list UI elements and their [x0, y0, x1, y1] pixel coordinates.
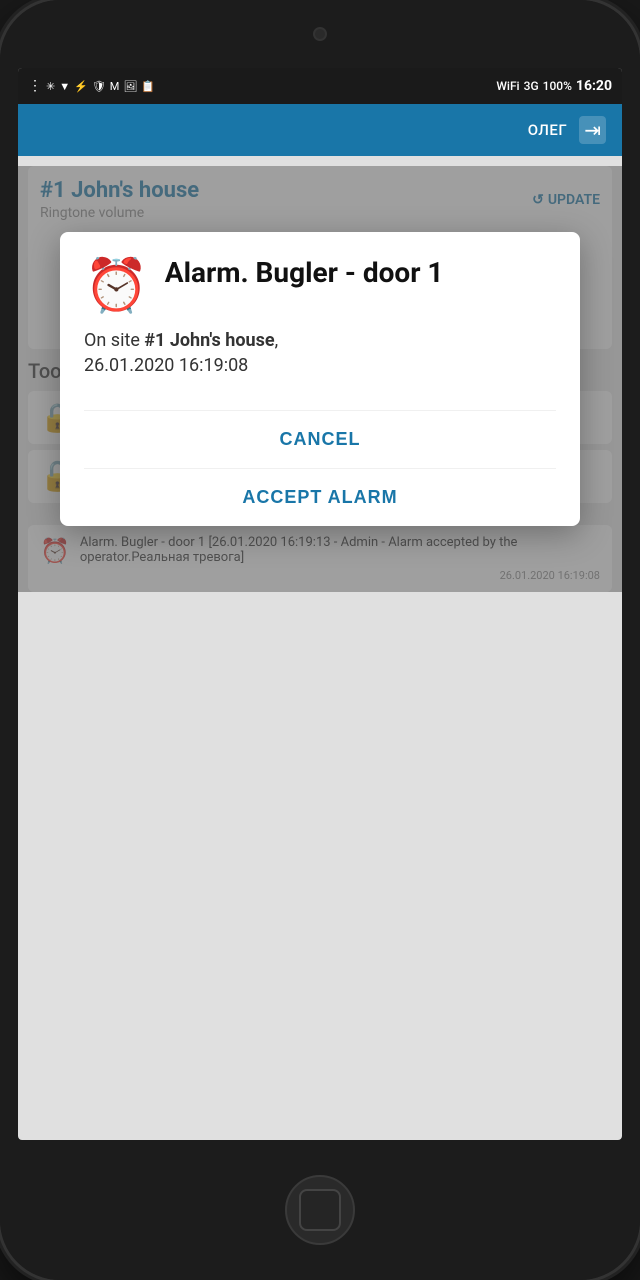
phone-frame: ⋮ ✳ ▼ ⚡ 🛡 M 🖼 📋 WiFi 3G 100% 16:20 ОЛЕГ …: [0, 0, 640, 1280]
dialog-datetime: 26.01.2020 16:19:08: [84, 355, 248, 376]
camera: [313, 27, 327, 41]
accept-alarm-button[interactable]: ACCEPT ALARM: [84, 469, 556, 526]
main-content: #1 John's house Ringtone volume ↺ UPDATE…: [18, 166, 622, 592]
time-label: 16:20: [576, 78, 612, 94]
home-button[interactable]: [285, 1175, 355, 1245]
dialog-body: On site #1 John's house, 26.01.2020 16:1…: [84, 328, 556, 378]
overlay: ⏰ Alarm. Bugler - door 1 On site #1 John…: [18, 166, 622, 592]
status-right: WiFi 3G 100% 16:20: [496, 78, 612, 94]
photos-icon: 🖼: [123, 80, 137, 93]
dialog-site-bold: #1 John's house: [144, 330, 274, 351]
dialog-header: ⏰ Alarm. Bugler - door 1: [84, 256, 556, 312]
dialog-body-suffix: ,: [275, 330, 279, 351]
vpn-icon: ▼: [59, 80, 70, 93]
signal-label: 3G: [524, 79, 539, 93]
dialog-alarm-icon: ⏰: [84, 260, 149, 312]
usb-icon: ⚡: [74, 80, 88, 93]
dialog-title: Alarm. Bugler - door 1: [165, 256, 444, 290]
wifi-icon: WiFi: [496, 79, 519, 93]
logout-icon[interactable]: ⇥: [579, 116, 606, 144]
phone-screen: ⋮ ✳ ▼ ⚡ 🛡 M 🖼 📋 WiFi 3G 100% 16:20 ОЛЕГ …: [18, 68, 622, 1140]
shield-icon: 🛡: [92, 80, 106, 93]
bottom-bezel: [0, 1140, 640, 1280]
dots-icon: ⋮: [28, 78, 42, 94]
gmail-icon: M: [110, 80, 120, 93]
top-bezel: [0, 0, 640, 68]
clipboard-icon: 📋: [141, 80, 155, 93]
status-icons-left: ⋮ ✳ ▼ ⚡ 🛡 M 🖼 📋: [28, 78, 155, 94]
header-username: ОЛЕГ: [528, 121, 568, 139]
dialog-body-prefix: On site: [84, 330, 144, 351]
status-bar: ⋮ ✳ ▼ ⚡ 🛡 M 🖼 📋 WiFi 3G 100% 16:20: [18, 68, 622, 104]
alarm-dialog: ⏰ Alarm. Bugler - door 1 On site #1 John…: [60, 232, 580, 526]
battery-label: 100%: [543, 79, 572, 93]
app-header: ОЛЕГ ⇥: [18, 104, 622, 156]
cancel-button[interactable]: CANCEL: [84, 411, 556, 469]
home-button-inner: [299, 1189, 341, 1231]
asterisk-icon: ✳: [46, 80, 55, 93]
dialog-actions: CANCEL ACCEPT ALARM: [84, 410, 556, 526]
